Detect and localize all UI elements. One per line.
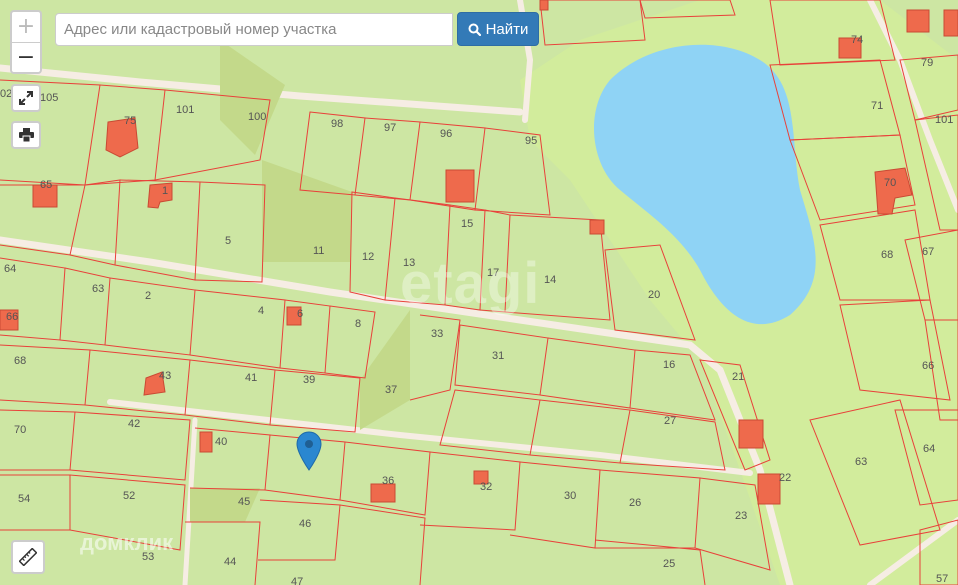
svg-text:44: 44 bbox=[224, 556, 236, 568]
svg-text:46: 46 bbox=[299, 518, 311, 530]
svg-text:98: 98 bbox=[331, 118, 343, 130]
svg-text:45: 45 bbox=[238, 496, 250, 508]
svg-text:21: 21 bbox=[732, 371, 744, 383]
svg-text:39: 39 bbox=[303, 374, 315, 386]
measure-button[interactable] bbox=[11, 540, 45, 574]
svg-text:25: 25 bbox=[663, 558, 675, 570]
svg-text:71: 71 bbox=[871, 100, 883, 112]
svg-text:6: 6 bbox=[297, 308, 303, 320]
svg-text:31: 31 bbox=[492, 350, 504, 362]
svg-text:57: 57 bbox=[936, 573, 948, 585]
svg-text:100: 100 bbox=[248, 111, 266, 123]
svg-text:63: 63 bbox=[92, 283, 104, 295]
svg-text:41: 41 bbox=[245, 372, 257, 384]
fullscreen-icon bbox=[19, 91, 33, 105]
search-input[interactable] bbox=[55, 13, 453, 46]
svg-text:37: 37 bbox=[385, 384, 397, 396]
svg-text:22: 22 bbox=[779, 472, 791, 484]
svg-text:14: 14 bbox=[544, 274, 556, 286]
svg-text:67: 67 bbox=[922, 246, 934, 258]
svg-text:15: 15 bbox=[461, 218, 473, 230]
svg-text:1: 1 bbox=[162, 185, 168, 197]
svg-text:5: 5 bbox=[225, 235, 231, 247]
svg-text:40: 40 bbox=[215, 436, 227, 448]
location-marker-icon[interactable] bbox=[296, 431, 322, 471]
print-button[interactable] bbox=[11, 121, 41, 149]
svg-text:75: 75 bbox=[124, 115, 136, 127]
zoom-control: + − bbox=[10, 10, 42, 74]
svg-text:79: 79 bbox=[921, 57, 933, 69]
svg-text:101: 101 bbox=[935, 114, 953, 126]
etagi-watermark: etagi bbox=[400, 251, 541, 316]
svg-text:68: 68 bbox=[14, 355, 26, 367]
svg-text:47: 47 bbox=[291, 576, 303, 585]
find-button-label: Найти bbox=[485, 20, 529, 38]
svg-text:105: 105 bbox=[40, 92, 58, 104]
svg-text:11: 11 bbox=[313, 245, 324, 257]
svg-text:70: 70 bbox=[14, 424, 26, 436]
svg-text:63: 63 bbox=[855, 456, 867, 468]
svg-text:95: 95 bbox=[525, 135, 537, 147]
svg-text:64: 64 bbox=[923, 443, 935, 455]
svg-text:66: 66 bbox=[6, 311, 18, 323]
svg-text:101: 101 bbox=[176, 104, 194, 116]
svg-text:26: 26 bbox=[629, 497, 641, 509]
svg-text:8: 8 bbox=[355, 318, 361, 330]
fullscreen-button[interactable] bbox=[11, 84, 41, 112]
svg-text:74: 74 bbox=[851, 34, 863, 46]
svg-text:16: 16 bbox=[663, 359, 675, 371]
svg-text:2: 2 bbox=[145, 290, 151, 302]
provider-watermark: домклик bbox=[80, 530, 174, 555]
svg-text:36: 36 bbox=[382, 475, 394, 487]
svg-text:54: 54 bbox=[18, 493, 30, 505]
svg-text:96: 96 bbox=[440, 128, 452, 140]
svg-text:32: 32 bbox=[480, 481, 492, 493]
svg-text:52: 52 bbox=[123, 490, 135, 502]
svg-text:65: 65 bbox=[40, 179, 52, 191]
svg-text:97: 97 bbox=[384, 122, 396, 134]
find-button[interactable]: Найти bbox=[457, 12, 539, 46]
svg-text:43: 43 bbox=[159, 370, 171, 382]
svg-text:68: 68 bbox=[881, 249, 893, 261]
svg-text:33: 33 bbox=[431, 328, 443, 340]
svg-text:64: 64 bbox=[4, 263, 16, 275]
svg-text:66: 66 bbox=[922, 360, 934, 372]
svg-text:70: 70 bbox=[884, 177, 896, 189]
svg-text:42: 42 bbox=[128, 418, 140, 430]
svg-text:27: 27 bbox=[664, 415, 676, 427]
print-icon bbox=[18, 128, 34, 142]
zoom-in-button[interactable]: + bbox=[12, 12, 40, 43]
svg-text:4: 4 bbox=[258, 305, 264, 317]
search-icon bbox=[468, 23, 481, 36]
zoom-out-button[interactable]: − bbox=[12, 43, 40, 73]
svg-text:23: 23 bbox=[735, 510, 747, 522]
svg-text:20: 20 bbox=[648, 289, 660, 301]
svg-text:12: 12 bbox=[362, 251, 374, 263]
ruler-icon bbox=[19, 548, 37, 566]
svg-text:30: 30 bbox=[564, 490, 576, 502]
